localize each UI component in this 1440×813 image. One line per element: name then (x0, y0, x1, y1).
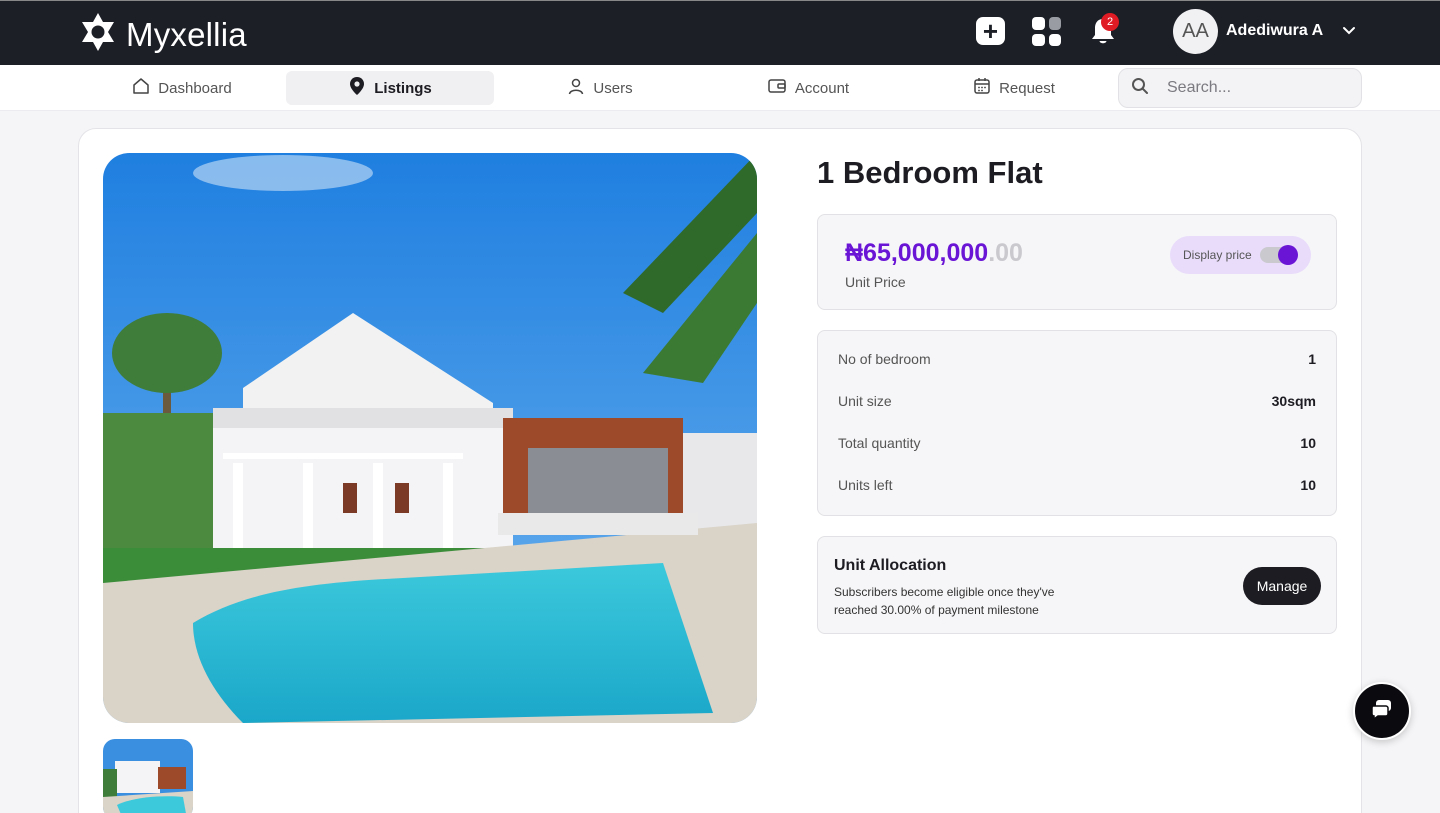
nav-item-users[interactable]: Users (530, 71, 670, 105)
price-panel: ₦65,000,000.00 Unit Price Display price (817, 214, 1337, 310)
add-button[interactable]: + (976, 17, 1005, 45)
user-name[interactable]: Adediwura A (1226, 22, 1323, 40)
listing-thumbnail[interactable] (103, 739, 193, 813)
detail-label: Units left (838, 477, 893, 493)
toggle-switch[interactable] (1259, 245, 1298, 265)
chevron-down-icon[interactable] (1341, 23, 1357, 44)
nav-item-listings[interactable]: Listings (286, 71, 494, 105)
nav-item-dashboard[interactable]: Dashboard (98, 71, 266, 105)
detail-row: Units left 10 (838, 477, 1316, 497)
nav-item-account[interactable]: Account (738, 71, 878, 105)
nav-item-request[interactable]: Request (944, 71, 1084, 105)
nav-bar: Dashboard Listings Users Account Request (0, 65, 1440, 111)
price-main: ₦65,000,000 (845, 239, 989, 267)
star-logo-icon (78, 11, 118, 58)
detail-label: No of bedroom (838, 351, 931, 367)
nav-label: Account (794, 79, 850, 97)
chat-bubble-icon (1370, 698, 1394, 725)
detail-value: 1 (1308, 351, 1316, 367)
search-input[interactable] (1167, 79, 1347, 97)
nav-label: Users (593, 79, 633, 97)
unit-allocation-panel: Unit Allocation Subscribers become eligi… (817, 536, 1337, 634)
location-pin-icon (348, 76, 366, 100)
manage-button[interactable]: Manage (1243, 567, 1321, 605)
apps-grid-icon[interactable] (1032, 17, 1061, 46)
price-decimal: .00 (988, 239, 1023, 267)
price-label: Unit Price (845, 274, 906, 290)
listing-main-image[interactable] (103, 153, 757, 723)
calendar-icon (973, 77, 991, 99)
unit-details-panel: No of bedroom 1 Unit size 30sqm Total qu… (817, 330, 1337, 516)
detail-label: Unit size (838, 393, 892, 409)
app-name: Myxellia (126, 15, 247, 53)
allocation-description: Subscribers become eligible once they've… (834, 585, 1055, 617)
toggle-knob (1277, 245, 1298, 265)
search-icon (1131, 77, 1149, 100)
notification-badge: 2 (1101, 13, 1119, 31)
detail-value: 10 (1300, 477, 1316, 493)
display-price-label: Display price (1183, 248, 1252, 262)
home-icon (132, 77, 150, 99)
chat-button[interactable] (1353, 682, 1411, 740)
detail-row: Total quantity 10 (838, 435, 1316, 455)
detail-row: Unit size 30sqm (838, 393, 1316, 413)
logo[interactable]: Myxellia (78, 11, 247, 58)
nav-label: Listings (374, 79, 432, 97)
listing-title: 1 Bedroom Flat (817, 155, 1043, 190)
search-box[interactable] (1118, 68, 1362, 108)
unit-price: ₦65,000,000.00 (845, 239, 1023, 268)
nav-label: Request (999, 79, 1055, 97)
allocation-title: Unit Allocation (834, 557, 947, 574)
display-price-toggle[interactable]: Display price (1170, 236, 1311, 274)
detail-label: Total quantity (838, 435, 921, 451)
detail-value: 30sqm (1271, 393, 1316, 409)
nav-label: Dashboard (158, 79, 232, 97)
detail-value: 10 (1300, 435, 1316, 451)
user-icon (567, 77, 585, 99)
wallet-icon (767, 77, 787, 99)
top-bar: Myxellia + 2 AA Adediwura A (0, 0, 1440, 65)
avatar[interactable]: AA (1173, 9, 1218, 54)
detail-row: No of bedroom 1 (838, 351, 1316, 371)
